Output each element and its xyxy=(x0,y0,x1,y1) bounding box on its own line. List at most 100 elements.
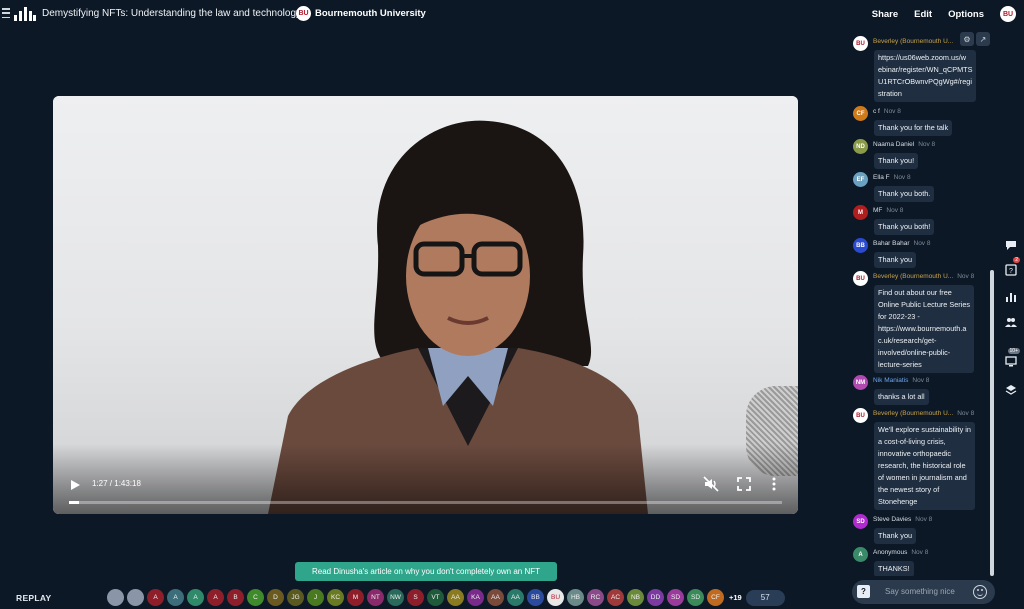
chat-input[interactable]: Say something nice xyxy=(852,580,995,604)
screen-icon xyxy=(1005,356,1017,367)
attendee-avatar[interactable]: D xyxy=(267,589,284,606)
article-banner-button[interactable]: Read Dinusha's article on why you don't … xyxy=(295,562,557,581)
popout-icon[interactable]: ↗ xyxy=(976,32,990,46)
attendee-avatar[interactable]: M xyxy=(347,589,364,606)
attendee-avatar[interactable] xyxy=(127,589,144,606)
chat-avatar[interactable]: BU xyxy=(853,408,868,423)
attendee-avatar[interactable]: CF xyxy=(707,589,724,606)
attendee-avatar[interactable]: B xyxy=(227,589,244,606)
chat-avatar[interactable]: BU xyxy=(853,271,868,286)
options-button[interactable]: Options xyxy=(948,9,984,20)
chat-avatar[interactable]: M xyxy=(853,205,868,220)
chat-author: Beverley (Bournemouth U... xyxy=(873,38,954,45)
attendee-avatar[interactable]: AC xyxy=(607,589,624,606)
chat-author: Beverley (Bournemouth U... xyxy=(873,273,954,280)
attendee-avatar[interactable]: AA xyxy=(447,589,464,606)
attendee-avatar[interactable]: DD xyxy=(647,589,664,606)
user-avatar[interactable]: BU xyxy=(1000,6,1016,22)
chat-bubble: Thank you both! xyxy=(874,219,935,235)
poll-icon xyxy=(1006,293,1016,302)
chat-date: Nov 8 xyxy=(912,377,930,384)
progress-fill xyxy=(69,501,79,504)
org-name: Bournemouth University xyxy=(315,8,426,19)
rail-question-button[interactable]: ? 2 xyxy=(1002,257,1020,279)
video-player[interactable]: 1:27 / 1:43:18 xyxy=(53,96,798,514)
chat-avatar[interactable]: CF xyxy=(853,106,868,121)
attendee-avatar[interactable]: AA xyxy=(487,589,504,606)
chat-date: Nov 8 xyxy=(883,108,901,115)
org-logo: BU xyxy=(296,6,311,21)
settings-icon[interactable]: ⚙ xyxy=(960,32,974,46)
chat-author: c f xyxy=(873,108,880,115)
attendee-avatar[interactable]: A xyxy=(167,589,184,606)
attendee-avatar[interactable]: BU xyxy=(547,589,564,606)
attendee-avatar[interactable]: J xyxy=(307,589,324,606)
more-attendees-label[interactable]: +19 xyxy=(729,593,742,602)
chat-author: MF xyxy=(873,207,883,214)
attendee-avatar[interactable]: C xyxy=(247,589,264,606)
more-options-button[interactable] xyxy=(766,476,782,492)
attendee-avatar[interactable]: A xyxy=(207,589,224,606)
chat-author: Anonymous xyxy=(873,549,908,556)
chat-author: Ella F xyxy=(873,174,890,181)
attendee-avatar[interactable]: KC xyxy=(327,589,344,606)
chat-author: Bahar Bahar xyxy=(873,240,910,247)
attendee-avatar[interactable]: BB xyxy=(527,589,544,606)
rail-people-button[interactable] xyxy=(1002,313,1020,331)
attendee-avatar[interactable]: SD xyxy=(667,589,684,606)
attendee-avatar[interactable]: S xyxy=(407,589,424,606)
rail-poll-button[interactable] xyxy=(1002,288,1020,306)
chat-avatar[interactable]: BU xyxy=(853,36,868,51)
chat-bubble: We'll explore sustainability in a cost-of… xyxy=(874,422,975,510)
attendee-avatar[interactable]: SD xyxy=(687,589,704,606)
rail-badge: 10+ xyxy=(1007,348,1020,354)
menu-icon[interactable] xyxy=(2,8,10,18)
attendee-avatar[interactable] xyxy=(107,589,124,606)
emoji-icon[interactable] xyxy=(973,585,987,599)
chat-scrollbar[interactable] xyxy=(990,270,994,576)
chat-avatar[interactable]: EF xyxy=(853,172,868,187)
rail-layers-button[interactable] xyxy=(1002,381,1020,399)
chat-panel: ⚙ ↗ BU Beverley (Bournemouth U... https://… xyxy=(846,28,994,576)
chat-bubble: Thank you! xyxy=(874,153,919,169)
attendee-avatar[interactable]: NW xyxy=(387,589,404,606)
attendee-avatar[interactable]: AA xyxy=(507,589,524,606)
attendee-avatar[interactable]: NB xyxy=(627,589,644,606)
chat-author: Steve Davies xyxy=(873,516,912,523)
attendee-avatar[interactable]: JG xyxy=(287,589,304,606)
chat-date: Nov 8 xyxy=(886,207,904,214)
fullscreen-button[interactable] xyxy=(736,476,752,492)
attendee-avatar[interactable]: VT xyxy=(427,589,444,606)
question-icon: ? xyxy=(1005,264,1017,276)
attendee-avatar[interactable]: RC xyxy=(587,589,604,606)
chat-date: Nov 8 xyxy=(957,410,975,417)
attendee-avatar[interactable]: A xyxy=(187,589,204,606)
chat-bubble: Thank you for the talk xyxy=(874,120,953,136)
chat-date: Nov 8 xyxy=(913,240,931,247)
attendee-avatar[interactable]: KA xyxy=(467,589,484,606)
share-button[interactable]: Share xyxy=(872,9,898,20)
edit-button[interactable]: Edit xyxy=(914,9,932,20)
chat-bubble: Thank you both. xyxy=(874,186,935,202)
rail-chat-button[interactable] xyxy=(1002,236,1020,254)
chat-bubble: Thank you xyxy=(874,528,917,544)
chat-avatar[interactable]: SD xyxy=(853,514,868,529)
mute-button[interactable] xyxy=(703,476,719,492)
attendee-count-button[interactable]: 57 xyxy=(745,589,785,606)
chat-date: Nov 8 xyxy=(957,273,975,280)
chat-avatar[interactable]: BB xyxy=(853,238,868,253)
rail-screen-button[interactable]: 10+ xyxy=(1002,348,1020,370)
chat-icon xyxy=(1006,241,1016,250)
attendee-avatar[interactable]: NT xyxy=(367,589,384,606)
chat-avatar[interactable]: ND xyxy=(853,139,868,154)
question-icon[interactable]: ? xyxy=(857,585,870,598)
attendee-avatar[interactable]: HB xyxy=(567,589,584,606)
rail-badge: 2 xyxy=(1013,257,1020,263)
kebab-menu-icon xyxy=(772,477,776,491)
chat-bubble: Thank you xyxy=(874,252,917,268)
attendee-avatar[interactable]: A xyxy=(147,589,164,606)
chat-avatar[interactable]: NM xyxy=(853,375,868,390)
chat-avatar[interactable]: A xyxy=(853,547,868,562)
play-button[interactable] xyxy=(69,478,81,490)
progress-bar[interactable] xyxy=(69,501,782,504)
